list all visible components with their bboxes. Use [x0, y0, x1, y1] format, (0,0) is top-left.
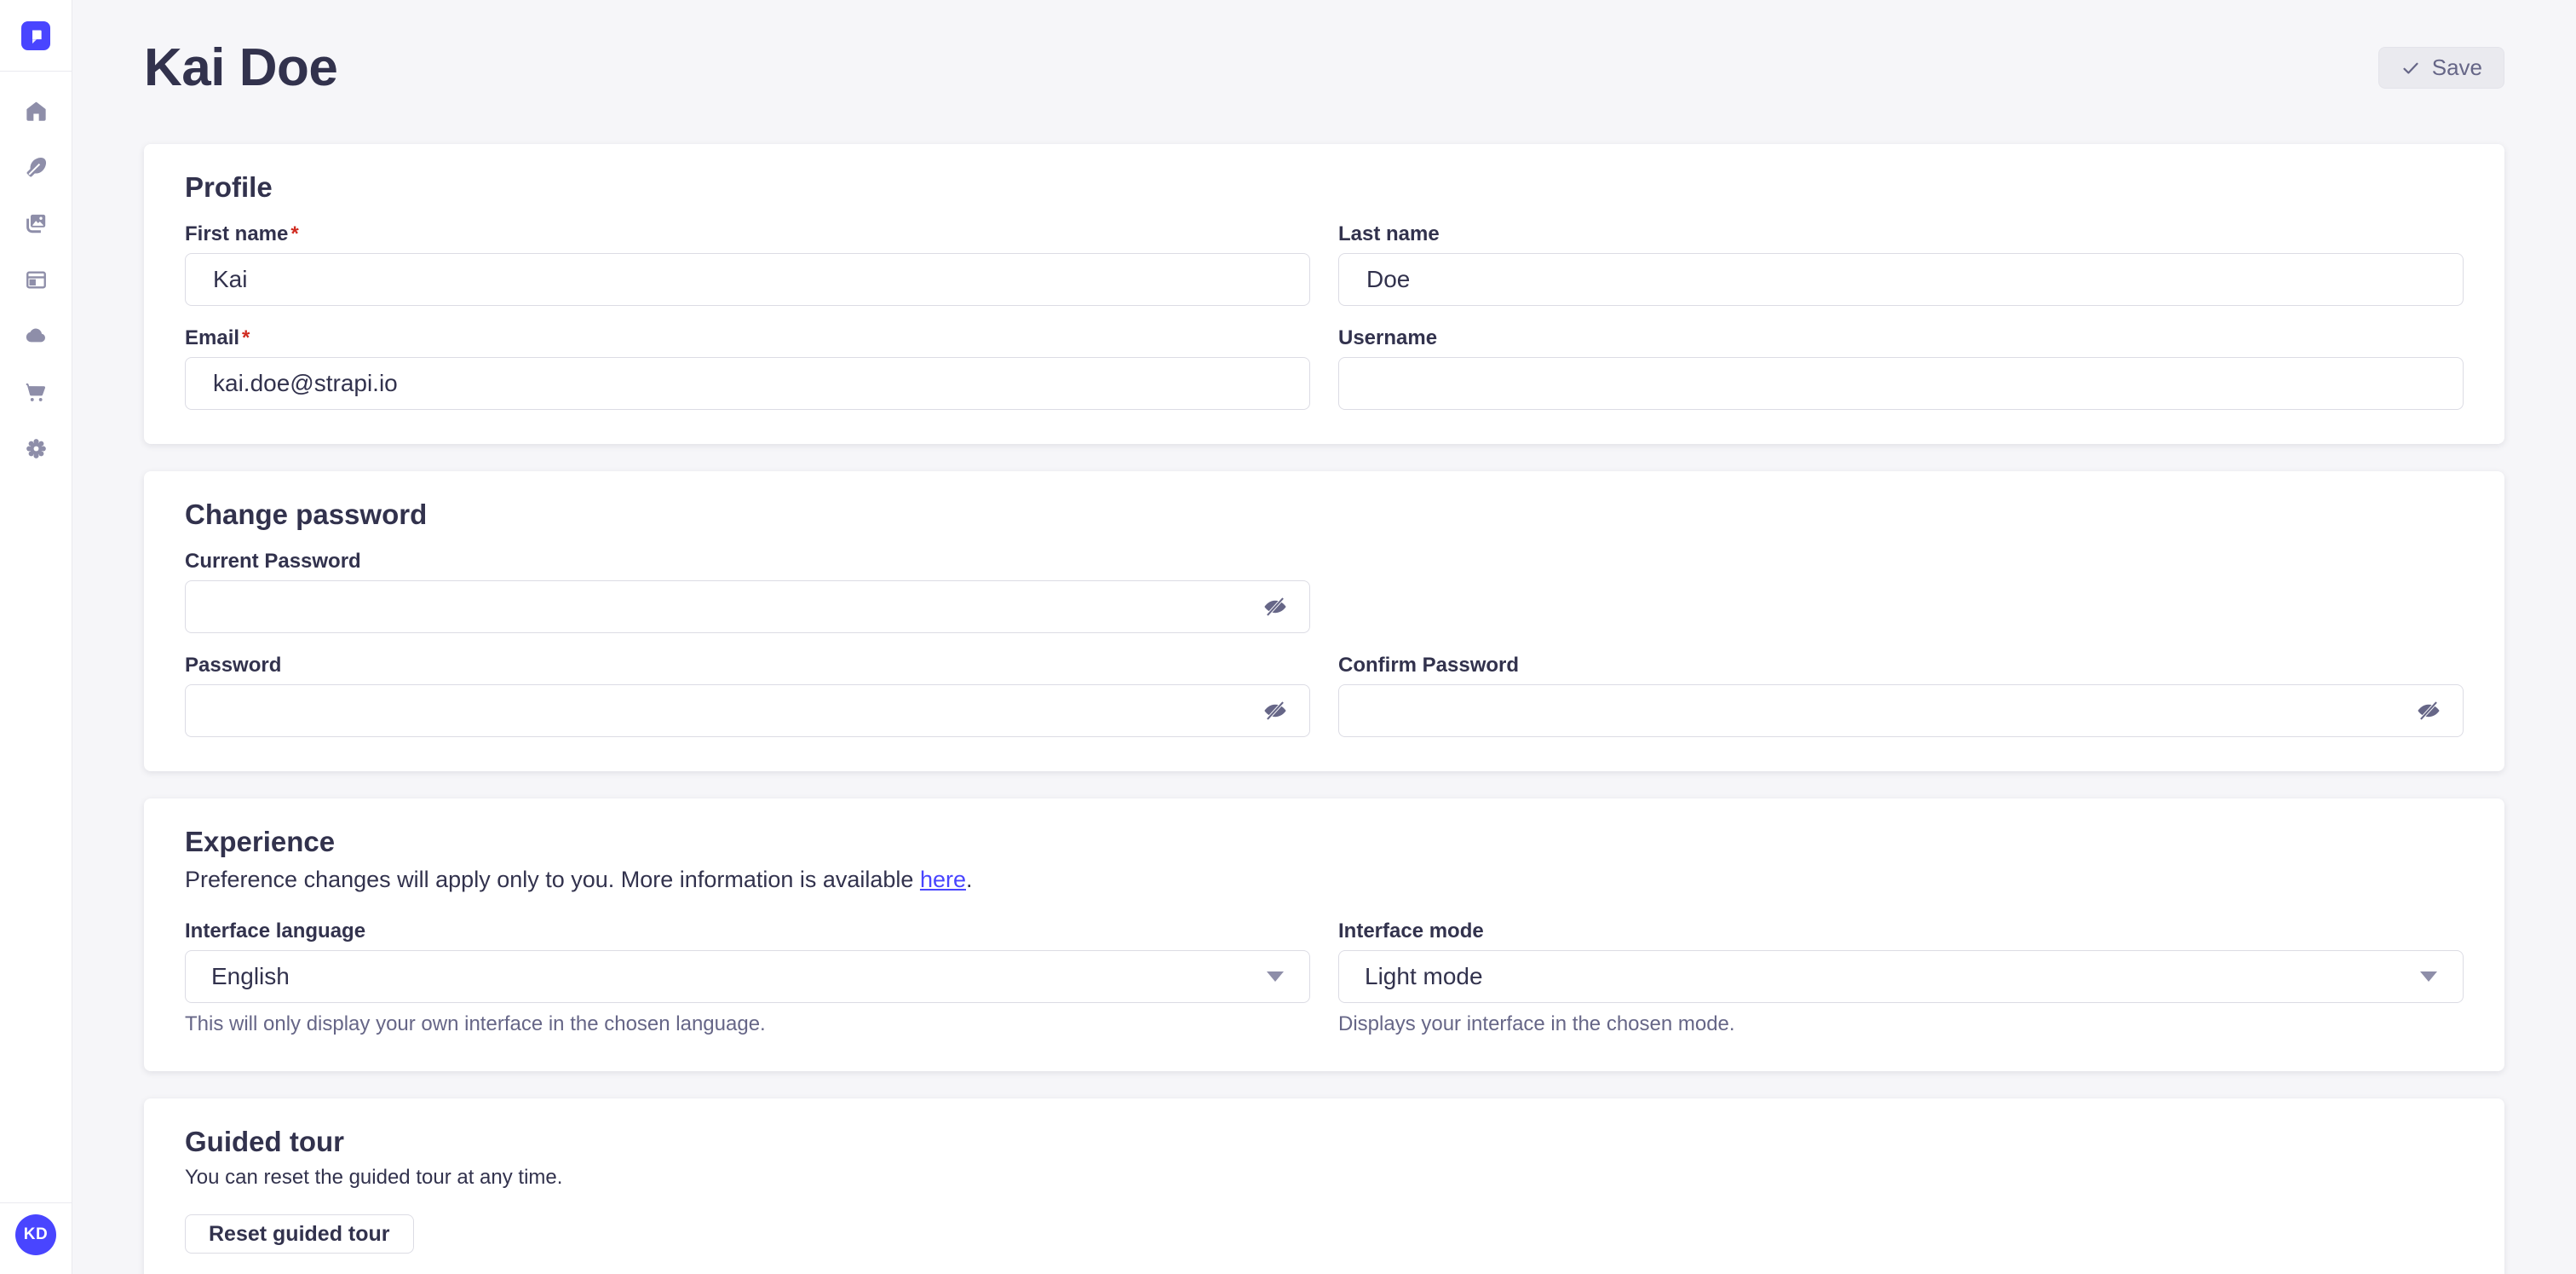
- sidebar-item-marketplace[interactable]: [25, 381, 48, 404]
- cart-icon: [25, 381, 48, 404]
- sidebar-item-settings[interactable]: [25, 437, 48, 460]
- chevron-down-icon: [1267, 971, 1284, 982]
- email-input[interactable]: [185, 357, 1310, 410]
- cloud-icon: [25, 325, 48, 348]
- guided-tour-card: Guided tour You can reset the guided tou…: [144, 1098, 2504, 1274]
- username-field-group: Username: [1338, 326, 2464, 410]
- interface-language-hint: This will only display your own interfac…: [185, 1012, 1310, 1037]
- sidebar-item-content-manager[interactable]: [25, 156, 48, 179]
- current-password-input[interactable]: [185, 580, 1310, 633]
- interface-mode-label: Interface mode: [1338, 919, 2464, 943]
- current-password-label: Current Password: [185, 550, 1310, 574]
- gear-icon: [25, 437, 48, 460]
- change-password-heading: Change password: [185, 499, 2464, 531]
- page-header: Kai Doe Save: [144, 0, 2504, 98]
- toggle-password-visibility-button[interactable]: [2414, 696, 2443, 725]
- required-asterisk: *: [290, 222, 298, 245]
- sidebar-item-home[interactable]: [25, 100, 48, 123]
- chevron-down-icon: [2420, 971, 2437, 982]
- sidebar-item-deploy[interactable]: [25, 325, 48, 348]
- sidebar-item-media-library[interactable]: [25, 212, 48, 235]
- save-button-label: Save: [2432, 55, 2482, 81]
- experience-heading: Experience: [185, 826, 2464, 858]
- main-content: Kai Doe Save Profile First name* Last na…: [72, 0, 2576, 1274]
- sidebar-item-content-type-builder[interactable]: [25, 268, 48, 291]
- feather-icon: [25, 156, 48, 179]
- sidebar-nav: [0, 72, 72, 1202]
- save-button[interactable]: Save: [2378, 47, 2504, 89]
- confirm-password-field-group: Confirm Password: [1338, 654, 2464, 737]
- sidebar-footer: KD: [0, 1202, 72, 1274]
- confirm-password-label: Confirm Password: [1338, 654, 2464, 677]
- password-label: Password: [185, 654, 1310, 677]
- interface-language-label: Interface language: [185, 919, 1310, 943]
- username-label: Username: [1338, 326, 2464, 350]
- interface-mode-hint: Displays your interface in the chosen mo…: [1338, 1012, 2464, 1037]
- home-icon: [25, 100, 48, 123]
- check-icon: [2401, 58, 2421, 78]
- page-title: Kai Doe: [144, 37, 337, 98]
- eye-off-icon: [1263, 699, 1287, 723]
- email-field-group: Email*: [185, 326, 1310, 410]
- first-name-input[interactable]: [185, 253, 1310, 306]
- strapi-logo-icon: [21, 21, 50, 50]
- sidebar: KD: [0, 0, 72, 1274]
- interface-mode-value: Light mode: [1365, 963, 1483, 990]
- experience-card: Experience Preference changes will apply…: [144, 798, 2504, 1071]
- toggle-password-visibility-button[interactable]: [1261, 696, 1290, 725]
- toggle-password-visibility-button[interactable]: [1261, 592, 1290, 621]
- more-information-link[interactable]: here: [920, 867, 966, 892]
- last-name-field-group: Last name: [1338, 222, 2464, 306]
- eye-off-icon: [1263, 595, 1287, 619]
- eye-off-icon: [2417, 699, 2441, 723]
- confirm-password-input[interactable]: [1338, 684, 2464, 737]
- guided-tour-heading: Guided tour: [185, 1126, 2464, 1158]
- layout-icon: [25, 268, 48, 291]
- avatar[interactable]: KD: [15, 1214, 56, 1255]
- experience-description: Preference changes will apply only to yo…: [185, 865, 2464, 894]
- last-name-input[interactable]: [1338, 253, 2464, 306]
- last-name-label: Last name: [1338, 222, 2464, 246]
- email-label: Email*: [185, 326, 1310, 350]
- interface-language-field-group: Interface language English This will onl…: [185, 919, 1310, 1037]
- profile-card: Profile First name* Last name Email* Use…: [144, 144, 2504, 444]
- interface-language-select[interactable]: English: [185, 950, 1310, 1003]
- first-name-field-group: First name*: [185, 222, 1310, 306]
- profile-heading: Profile: [185, 171, 2464, 204]
- images-icon: [25, 212, 48, 235]
- reset-guided-tour-button[interactable]: Reset guided tour: [185, 1214, 414, 1254]
- current-password-field-group: Current Password: [185, 550, 1310, 633]
- password-input[interactable]: [185, 684, 1310, 737]
- change-password-card: Change password Current Password Pas: [144, 471, 2504, 771]
- password-field-group: Password: [185, 654, 1310, 737]
- guided-tour-description: You can reset the guided tour at any tim…: [185, 1165, 2464, 1190]
- interface-mode-field-group: Interface mode Light mode Displays your …: [1338, 919, 2464, 1037]
- required-asterisk: *: [242, 326, 250, 349]
- username-input[interactable]: [1338, 357, 2464, 410]
- strapi-logo[interactable]: [0, 0, 72, 72]
- interface-language-value: English: [211, 963, 290, 990]
- first-name-label: First name*: [185, 222, 1310, 246]
- interface-mode-select[interactable]: Light mode: [1338, 950, 2464, 1003]
